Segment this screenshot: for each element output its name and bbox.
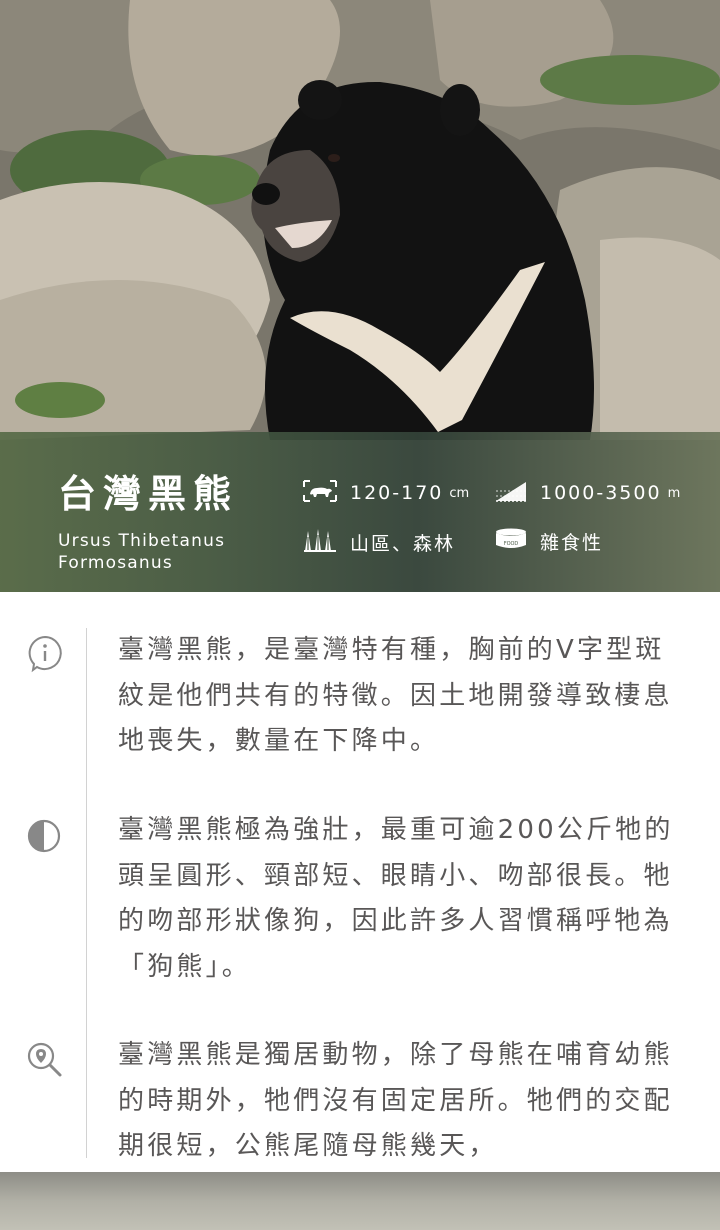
- fact-habitat-value: 山區、森林: [350, 532, 456, 555]
- fact-altitude-value: 1000-3500: [540, 482, 662, 504]
- fact-diet: FOOD 雜食性: [494, 527, 603, 555]
- altitude-slope-icon: [494, 479, 528, 507]
- section-appearance-text: 臺灣黑熊極為強壯，最重可逾200公斤牠的頭呈圓形、頸部短、眼睛小、吻部很長。牠的…: [118, 815, 674, 982]
- section-behavior-text: 臺灣黑熊是獨居動物，除了母熊在哺育幼熊的時期外，牠們沒有固定居所。牠們的交配期很…: [118, 1040, 673, 1161]
- forest-icon: [302, 527, 338, 557]
- bear-size-icon: [302, 479, 338, 507]
- fact-altitude-unit: m: [667, 485, 681, 501]
- fact-altitude: 1000-3500 m: [494, 479, 680, 507]
- food-bowl-icon: FOOD: [494, 527, 528, 555]
- timeline-rail: [86, 628, 87, 1158]
- fact-habitat: 山區、森林: [302, 527, 455, 557]
- species-latin-name: Ursus Thibetanus Formosanus: [58, 531, 226, 573]
- fact-diet-value: 雜食性: [540, 531, 604, 554]
- info-icon: [25, 634, 65, 678]
- fact-size-value: 120-170: [350, 482, 444, 504]
- location-search-icon: [25, 1040, 65, 1084]
- next-image-preview: [0, 1172, 720, 1230]
- section-intro-text: 臺灣黑熊，是臺灣特有種，胸前的V字型斑紋是他們共有的特徵。因土地開發導致棲息地喪…: [118, 635, 673, 756]
- fact-size: 120-170 cm: [302, 479, 469, 507]
- half-circle-icon: [25, 816, 65, 860]
- food-bowl-label: FOOD: [504, 541, 519, 547]
- fact-size-unit: cm: [449, 485, 470, 501]
- species-title: 台灣黑熊: [58, 472, 239, 516]
